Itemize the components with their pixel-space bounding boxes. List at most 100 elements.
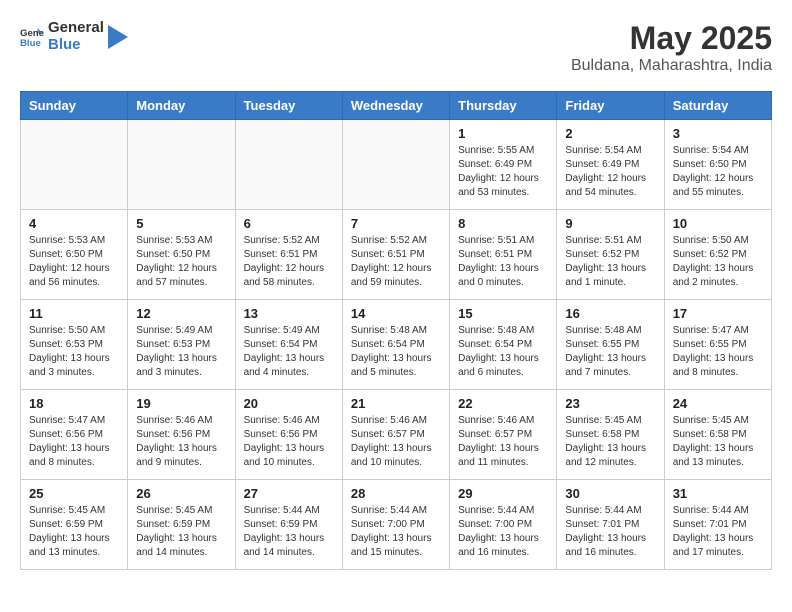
page-header: General Blue General Blue May 2025 Bulda… — [20, 20, 772, 75]
day-number: 11 — [29, 306, 119, 321]
day-info: Sunrise: 5:50 AM Sunset: 6:53 PM Dayligh… — [29, 324, 119, 380]
day-number: 2 — [565, 126, 655, 141]
calendar-cell: 8 Sunrise: 5:51 AM Sunset: 6:51 PM Daylig… — [450, 210, 557, 300]
calendar-week-row: 18 Sunrise: 5:47 AM Sunset: 6:56 PM Dayli… — [21, 390, 772, 480]
calendar-cell: 6Sunrise: 5:52 AM Sunset: 6:51 PM Daylig… — [235, 210, 342, 300]
calendar-cell: 3 Sunrise: 5:54 AM Sunset: 6:50 PM Daylig… — [664, 120, 771, 210]
calendar-cell: 28 Sunrise: 5:44 AM Sunset: 7:00 PM Dayli… — [342, 480, 449, 570]
day-info: Sunrise: 5:48 AM Sunset: 6:55 PM Dayligh… — [565, 324, 655, 380]
calendar-table: SundayMondayTuesdayWednesdayThursdayFrid… — [20, 91, 772, 570]
calendar-cell: 18 Sunrise: 5:47 AM Sunset: 6:56 PM Dayli… — [21, 390, 128, 480]
calendar-cell: 1 Sunrise: 5:55 AM Sunset: 6:49 PM Daylig… — [450, 120, 557, 210]
calendar-cell: 20Sunrise: 5:46 AM Sunset: 6:56 PM Dayli… — [235, 390, 342, 480]
day-info: Sunrise: 5:52 AM Sunset: 6:51 PM Dayligh… — [351, 234, 441, 290]
calendar-cell: 27Sunrise: 5:44 AM Sunset: 6:59 PM Dayli… — [235, 480, 342, 570]
logo-general-text: General — [48, 20, 104, 37]
calendar-cell: 9 Sunrise: 5:51 AM Sunset: 6:52 PM Daylig… — [557, 210, 664, 300]
title-area: May 2025 Buldana, Maharashtra, India — [571, 20, 772, 75]
calendar-cell: 31Sunrise: 5:44 AM Sunset: 7:01 PM Dayli… — [664, 480, 771, 570]
day-number: 24 — [673, 396, 763, 411]
day-info: Sunrise: 5:45 AM Sunset: 6:59 PM Dayligh… — [29, 504, 119, 560]
day-number: 14 — [351, 306, 441, 321]
day-number: 30 — [565, 486, 655, 501]
calendar-week-row: 1 Sunrise: 5:55 AM Sunset: 6:49 PM Daylig… — [21, 120, 772, 210]
calendar-cell: 24Sunrise: 5:45 AM Sunset: 6:58 PM Dayli… — [664, 390, 771, 480]
calendar-cell: 5Sunrise: 5:53 AM Sunset: 6:50 PM Daylig… — [128, 210, 235, 300]
calendar-cell: 30Sunrise: 5:44 AM Sunset: 7:01 PM Dayli… — [557, 480, 664, 570]
logo-icon: General Blue — [20, 25, 44, 49]
day-number: 22 — [458, 396, 548, 411]
day-number: 1 — [458, 126, 548, 141]
weekday-header-thursday: Thursday — [450, 92, 557, 120]
day-number: 26 — [136, 486, 226, 501]
location-subtitle: Buldana, Maharashtra, India — [571, 57, 772, 75]
day-info: Sunrise: 5:51 AM Sunset: 6:52 PM Dayligh… — [565, 234, 655, 290]
calendar-cell: 29 Sunrise: 5:44 AM Sunset: 7:00 PM Dayli… — [450, 480, 557, 570]
day-info: Sunrise: 5:54 AM Sunset: 6:50 PM Dayligh… — [673, 144, 763, 200]
day-number: 17 — [673, 306, 763, 321]
day-number: 25 — [29, 486, 119, 501]
calendar-cell — [21, 120, 128, 210]
calendar-cell: 26 Sunrise: 5:45 AM Sunset: 6:59 PM Dayli… — [128, 480, 235, 570]
weekday-header-sunday: Sunday — [21, 92, 128, 120]
day-info: Sunrise: 5:48 AM Sunset: 6:54 PM Dayligh… — [351, 324, 441, 380]
calendar-cell: 23Sunrise: 5:45 AM Sunset: 6:58 PM Dayli… — [557, 390, 664, 480]
calendar-week-row: 25 Sunrise: 5:45 AM Sunset: 6:59 PM Dayli… — [21, 480, 772, 570]
calendar-cell: 10 Sunrise: 5:50 AM Sunset: 6:52 PM Dayli… — [664, 210, 771, 300]
logo: General Blue General Blue — [20, 20, 128, 53]
day-number: 9 — [565, 216, 655, 231]
day-info: Sunrise: 5:51 AM Sunset: 6:51 PM Dayligh… — [458, 234, 548, 290]
day-number: 10 — [673, 216, 763, 231]
day-number: 4 — [29, 216, 119, 231]
day-number: 3 — [673, 126, 763, 141]
day-info: Sunrise: 5:53 AM Sunset: 6:50 PM Dayligh… — [29, 234, 119, 290]
day-info: Sunrise: 5:46 AM Sunset: 6:57 PM Dayligh… — [351, 414, 441, 470]
day-info: Sunrise: 5:49 AM Sunset: 6:53 PM Dayligh… — [136, 324, 226, 380]
calendar-cell: 12 Sunrise: 5:49 AM Sunset: 6:53 PM Dayli… — [128, 300, 235, 390]
svg-text:Blue: Blue — [20, 37, 41, 48]
calendar-cell: 7 Sunrise: 5:52 AM Sunset: 6:51 PM Daylig… — [342, 210, 449, 300]
calendar-cell: 22Sunrise: 5:46 AM Sunset: 6:57 PM Dayli… — [450, 390, 557, 480]
logo-blue-text: Blue — [48, 37, 104, 54]
day-number: 19 — [136, 396, 226, 411]
day-info: Sunrise: 5:45 AM Sunset: 6:59 PM Dayligh… — [136, 504, 226, 560]
day-info: Sunrise: 5:47 AM Sunset: 6:55 PM Dayligh… — [673, 324, 763, 380]
calendar-cell — [128, 120, 235, 210]
day-info: Sunrise: 5:44 AM Sunset: 7:00 PM Dayligh… — [351, 504, 441, 560]
day-info: Sunrise: 5:45 AM Sunset: 6:58 PM Dayligh… — [565, 414, 655, 470]
day-number: 15 — [458, 306, 548, 321]
calendar-cell — [235, 120, 342, 210]
calendar-cell: 25 Sunrise: 5:45 AM Sunset: 6:59 PM Dayli… — [21, 480, 128, 570]
day-number: 8 — [458, 216, 548, 231]
day-info: Sunrise: 5:44 AM Sunset: 7:00 PM Dayligh… — [458, 504, 548, 560]
day-info: Sunrise: 5:48 AM Sunset: 6:54 PM Dayligh… — [458, 324, 548, 380]
day-info: Sunrise: 5:50 AM Sunset: 6:52 PM Dayligh… — [673, 234, 763, 290]
day-info: Sunrise: 5:46 AM Sunset: 6:56 PM Dayligh… — [136, 414, 226, 470]
weekday-header-tuesday: Tuesday — [235, 92, 342, 120]
day-info: Sunrise: 5:54 AM Sunset: 6:49 PM Dayligh… — [565, 144, 655, 200]
calendar-cell: 2 Sunrise: 5:54 AM Sunset: 6:49 PM Daylig… — [557, 120, 664, 210]
day-number: 27 — [244, 486, 334, 501]
day-info: Sunrise: 5:47 AM Sunset: 6:56 PM Dayligh… — [29, 414, 119, 470]
weekday-header-wednesday: Wednesday — [342, 92, 449, 120]
day-info: Sunrise: 5:55 AM Sunset: 6:49 PM Dayligh… — [458, 144, 548, 200]
weekday-header-friday: Friday — [557, 92, 664, 120]
day-number: 18 — [29, 396, 119, 411]
calendar-cell: 21Sunrise: 5:46 AM Sunset: 6:57 PM Dayli… — [342, 390, 449, 480]
calendar-week-row: 11 Sunrise: 5:50 AM Sunset: 6:53 PM Dayli… — [21, 300, 772, 390]
day-number: 28 — [351, 486, 441, 501]
weekday-header-saturday: Saturday — [664, 92, 771, 120]
day-number: 13 — [244, 306, 334, 321]
day-number: 7 — [351, 216, 441, 231]
weekday-header-monday: Monday — [128, 92, 235, 120]
calendar-cell: 14 Sunrise: 5:48 AM Sunset: 6:54 PM Dayli… — [342, 300, 449, 390]
day-info: Sunrise: 5:49 AM Sunset: 6:54 PM Dayligh… — [244, 324, 334, 380]
day-number: 5 — [136, 216, 226, 231]
day-number: 29 — [458, 486, 548, 501]
calendar-cell: 11 Sunrise: 5:50 AM Sunset: 6:53 PM Dayli… — [21, 300, 128, 390]
day-number: 12 — [136, 306, 226, 321]
calendar-cell: 17 Sunrise: 5:47 AM Sunset: 6:55 PM Dayli… — [664, 300, 771, 390]
day-number: 31 — [673, 486, 763, 501]
day-number: 20 — [244, 396, 334, 411]
day-info: Sunrise: 5:52 AM Sunset: 6:51 PM Dayligh… — [244, 234, 334, 290]
